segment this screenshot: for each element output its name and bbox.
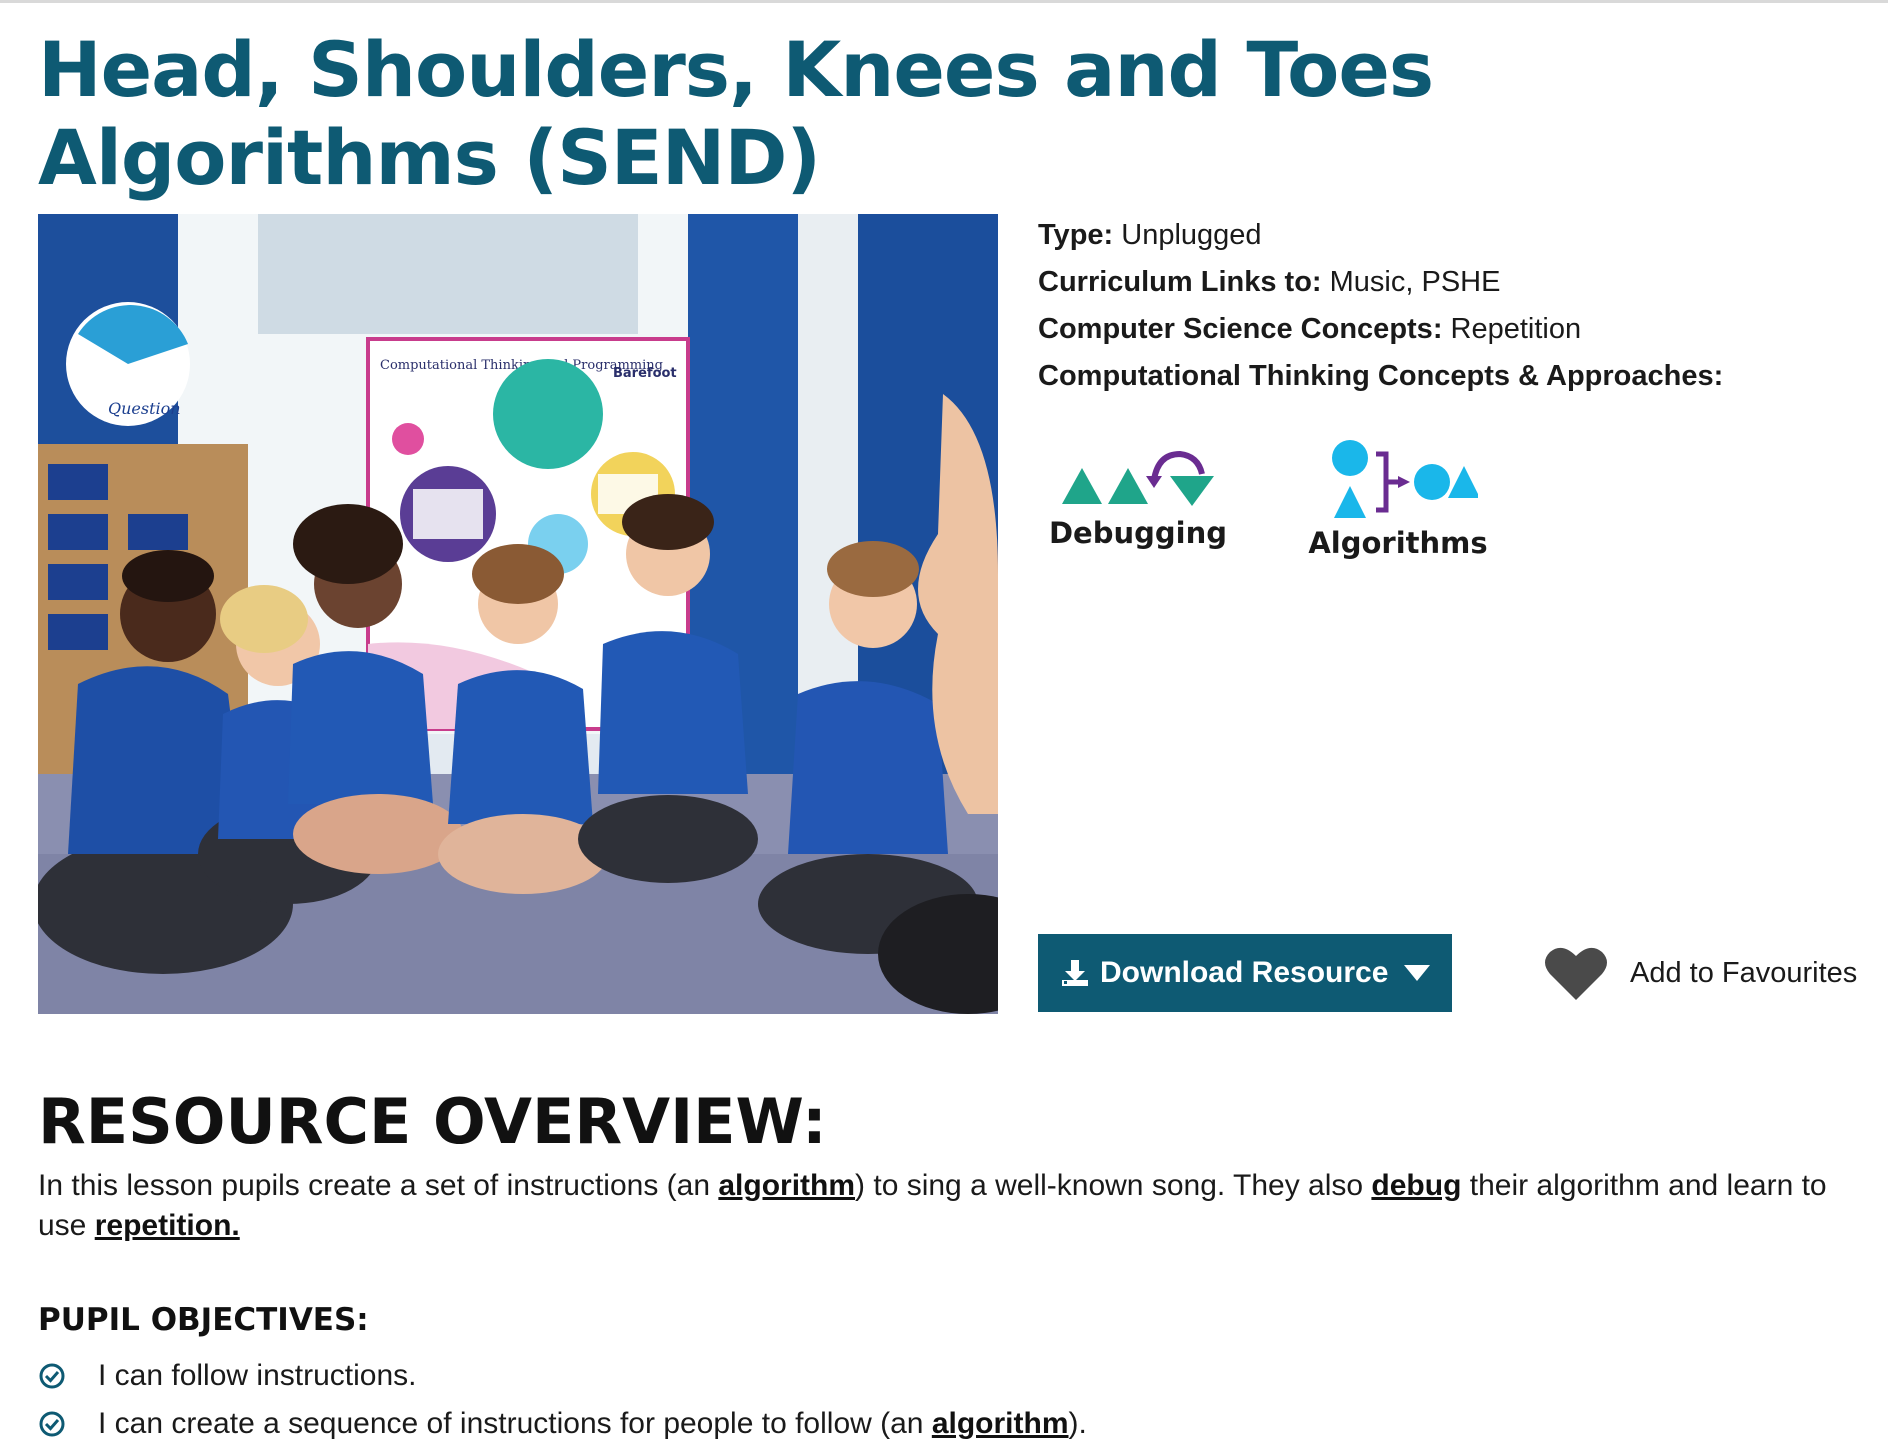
hero-photo: Question Computational Thinking and Prog… — [38, 214, 998, 1014]
page-title: Head, Shoulders, Knees and Toes Algorith… — [38, 25, 1434, 202]
concept-debugging[interactable]: Debugging — [1038, 440, 1238, 550]
add-to-favourites[interactable]: Add to Favourites — [1544, 944, 1857, 1002]
chevron-down-icon[interactable] — [1404, 965, 1430, 981]
ball-text: Question — [108, 399, 181, 418]
meta-ct-label: Computational Thinking Concepts & Approa… — [1038, 360, 1724, 392]
objectives-list: I can follow instructions. I can create … — [38, 1352, 1868, 1448]
objective-text-part: I can create a sequence of instructions … — [98, 1407, 932, 1440]
meta-type-value: Unplugged — [1121, 219, 1262, 251]
heart-icon[interactable] — [1544, 944, 1608, 1002]
objectives-heading: PUPIL OBJECTIVES: — [38, 1302, 369, 1338]
debug-link[interactable]: debug — [1371, 1169, 1461, 1202]
concept-badges: Debugging Algorithms — [1038, 440, 1858, 590]
download-icon — [1062, 960, 1088, 986]
meta-curriculum-label: Curriculum Links to: — [1038, 266, 1322, 298]
top-divider — [0, 0, 1888, 3]
objective-item: I can follow instructions. — [38, 1352, 1868, 1400]
algorithms-icon — [1332, 440, 1478, 518]
meta-cs-label: Computer Science Concepts: — [1038, 313, 1443, 345]
check-circle-icon — [39, 1363, 65, 1389]
concept-debugging-label: Debugging — [1048, 516, 1227, 550]
overview-text: In this lesson pupils create a set of in… — [38, 1166, 1868, 1246]
objective-text: I can create a sequence of instructions … — [98, 1407, 1087, 1441]
overview-text-part: In this lesson pupils create a set of in… — [38, 1169, 719, 1202]
overview-heading: RESOURCE OVERVIEW: — [38, 1085, 827, 1158]
concept-algorithms[interactable]: Algorithms — [1298, 440, 1498, 560]
meta-cs-value: Repetition — [1450, 313, 1582, 345]
meta-curriculum: Curriculum Links to: Music, PSHE — [1038, 259, 1858, 306]
objective-text-part: ). — [1068, 1407, 1087, 1440]
poster-brand: Barefoot — [613, 366, 677, 381]
download-resource-label: Download Resource — [1100, 956, 1389, 989]
algorithm-link[interactable]: algorithm — [932, 1407, 1069, 1440]
concept-algorithms-label: Algorithms — [1308, 526, 1488, 560]
meta-type: Type: Unplugged — [1038, 212, 1858, 259]
algorithm-link[interactable]: algorithm — [718, 1169, 855, 1202]
resource-meta: Type: Unplugged Curriculum Links to: Mus… — [1038, 212, 1858, 400]
download-resource-button[interactable]: Download Resource — [1038, 934, 1452, 1012]
debugging-icon — [1062, 450, 1214, 506]
check-circle-icon — [39, 1411, 65, 1437]
objective-item: I can create a sequence of instructions … — [38, 1400, 1868, 1448]
meta-cs-concepts: Computer Science Concepts: Repetition — [1038, 306, 1858, 353]
classroom-photo-illustration: Question Computational Thinking and Prog… — [38, 214, 998, 1014]
meta-type-label: Type: — [1038, 219, 1114, 251]
meta-ct-concepts: Computational Thinking Concepts & Approa… — [1038, 353, 1858, 400]
overview-text-part: ) to sing a well-known song. They also — [855, 1169, 1372, 1202]
meta-curriculum-value: Music, PSHE — [1329, 266, 1501, 298]
repetition-link[interactable]: repetition. — [95, 1209, 240, 1242]
add-to-favourites-label: Add to Favourites — [1630, 956, 1858, 989]
objective-text: I can follow instructions. — [98, 1359, 417, 1392]
